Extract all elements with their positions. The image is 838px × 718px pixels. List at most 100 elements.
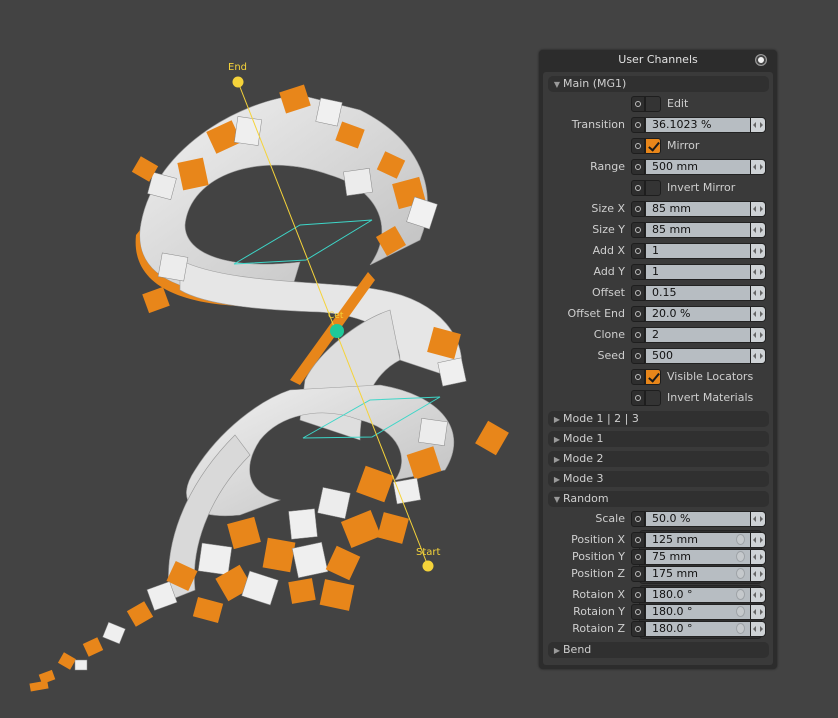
rotation-z-lock-icon[interactable]: [736, 623, 745, 634]
mirror-label: Mirror: [667, 139, 700, 152]
add-y-label: Add Y: [593, 265, 625, 278]
clone-spinner[interactable]: [751, 327, 766, 343]
offset-channel-icon[interactable]: [631, 285, 645, 301]
edit-label: Edit: [667, 97, 689, 110]
range-spinner[interactable]: [751, 159, 766, 175]
edit-channel-icon[interactable]: [631, 96, 645, 112]
rotation-x-lock-icon[interactable]: [736, 589, 745, 600]
scale-field[interactable]: 50.0 %: [645, 511, 751, 527]
transition-spinner[interactable]: [751, 117, 766, 133]
visible-locators-checkbox[interactable]: [645, 369, 661, 385]
collapse-arrow-icon: ▶: [553, 475, 561, 484]
position-x-lock-icon[interactable]: [736, 534, 745, 545]
seed-label: Seed: [597, 349, 626, 362]
fracture-blocks: [29, 84, 509, 692]
collapse-arrow-icon: ▶: [553, 646, 561, 655]
mirror-checkbox[interactable]: [645, 138, 661, 154]
expand-arrow-icon: ▼: [553, 495, 561, 504]
rotation-x-spinner[interactable]: [751, 587, 766, 603]
scale-channel-icon[interactable]: [631, 511, 645, 527]
panel-close-icon[interactable]: [755, 54, 767, 66]
collapse-arrow-icon: ▶: [553, 455, 561, 464]
group-mode-1-header[interactable]: ▶ Mode 1: [548, 431, 769, 447]
group-random-header[interactable]: ▼ Random: [548, 491, 769, 507]
user-channels-panel: User Channels ▼ Main (MG1) Edit Transitio…: [539, 50, 777, 669]
edit-toggle[interactable]: [645, 96, 661, 112]
add-x-spinner[interactable]: [751, 243, 766, 259]
seed-field[interactable]: 500: [645, 348, 751, 364]
clone-field[interactable]: 2: [645, 327, 751, 343]
scale-label: Scale: [595, 512, 625, 525]
rotation-z-spinner[interactable]: [751, 621, 766, 637]
add-y-spinner[interactable]: [751, 264, 766, 280]
add-x-channel-icon[interactable]: [631, 243, 645, 259]
start-label: Start: [416, 547, 441, 558]
size-y-field[interactable]: 85 mm: [645, 222, 751, 238]
offset-field[interactable]: 0.15: [645, 285, 751, 301]
size-x-channel-icon[interactable]: [631, 201, 645, 217]
center-locator[interactable]: [330, 324, 344, 338]
transition-field[interactable]: 36.1023 %: [645, 117, 751, 133]
rotation-x-label: Rotaion X: [572, 588, 625, 601]
size-x-spinner[interactable]: [751, 201, 766, 217]
range-field[interactable]: 500 mm: [645, 159, 751, 175]
group-bend-header[interactable]: ▶ Bend: [548, 642, 769, 658]
rotation-x-channel-icon[interactable]: [631, 587, 645, 603]
position-x-spinner[interactable]: [751, 532, 766, 548]
position-y-lock-icon[interactable]: [736, 551, 745, 562]
start-locator[interactable]: [422, 560, 434, 572]
group-mode-2-header[interactable]: ▶ Mode 2: [548, 451, 769, 467]
mirror-channel-icon[interactable]: [631, 138, 645, 154]
position-y-channel-icon[interactable]: [631, 549, 645, 565]
offset-label: Offset: [591, 286, 625, 299]
end-locator[interactable]: [232, 76, 244, 88]
position-z-channel-icon[interactable]: [631, 566, 645, 582]
guide-plane-top: [233, 219, 373, 265]
rotation-z-channel-icon[interactable]: [631, 621, 645, 637]
size-y-channel-icon[interactable]: [631, 222, 645, 238]
group-main-header[interactable]: ▼ Main (MG1): [548, 76, 769, 92]
scale-spinner[interactable]: [751, 511, 766, 527]
position-y-spinner[interactable]: [751, 549, 766, 565]
size-y-spinner[interactable]: [751, 222, 766, 238]
add-x-label: Add X: [592, 244, 625, 257]
invert-mirror-channel-icon[interactable]: [631, 180, 645, 196]
collapse-arrow-icon: ▶: [553, 435, 561, 444]
rotation-y-spinner[interactable]: [751, 604, 766, 620]
add-x-field[interactable]: 1: [645, 243, 751, 259]
rotation-y-channel-icon[interactable]: [631, 604, 645, 620]
group-mode-1-label: Mode 1: [563, 432, 604, 445]
panel-title: User Channels: [618, 53, 698, 66]
collapse-arrow-icon: ▶: [553, 415, 561, 424]
visible-locators-label: Visible Locators: [667, 370, 754, 383]
rotation-y-label: Rotaion Y: [573, 605, 625, 618]
offset-end-channel-icon[interactable]: [631, 306, 645, 322]
end-label: End: [228, 62, 248, 73]
size-y-label: Size Y: [592, 223, 625, 236]
position-y-label: Position Y: [571, 550, 625, 563]
rotation-z-label: Rotaion Z: [572, 622, 625, 635]
seed-channel-icon[interactable]: [631, 348, 645, 364]
size-x-field[interactable]: 85 mm: [645, 201, 751, 217]
add-y-channel-icon[interactable]: [631, 264, 645, 280]
transition-channel-icon[interactable]: [631, 117, 645, 133]
position-z-lock-icon[interactable]: [736, 568, 745, 579]
group-mode-3-header[interactable]: ▶ Mode 3: [548, 471, 769, 487]
invert-materials-checkbox[interactable]: [645, 390, 661, 406]
offset-end-spinner[interactable]: [751, 306, 766, 322]
3d-viewport[interactable]: End Start Cet: [0, 0, 530, 718]
position-x-channel-icon[interactable]: [631, 532, 645, 548]
group-mode-123-header[interactable]: ▶ Mode 1 | 2 | 3: [548, 411, 769, 427]
seed-spinner[interactable]: [751, 348, 766, 364]
position-z-spinner[interactable]: [751, 566, 766, 582]
clone-channel-icon[interactable]: [631, 327, 645, 343]
offset-spinner[interactable]: [751, 285, 766, 301]
panel-body: ▼ Main (MG1) Edit Transition 36.1023 % Mi…: [543, 72, 773, 665]
range-channel-icon[interactable]: [631, 159, 645, 175]
invert-mirror-checkbox[interactable]: [645, 180, 661, 196]
visible-locators-channel-icon[interactable]: [631, 369, 645, 385]
invert-materials-channel-icon[interactable]: [631, 390, 645, 406]
add-y-field[interactable]: 1: [645, 264, 751, 280]
offset-end-field[interactable]: 20.0 %: [645, 306, 751, 322]
rotation-y-lock-icon[interactable]: [736, 606, 745, 617]
